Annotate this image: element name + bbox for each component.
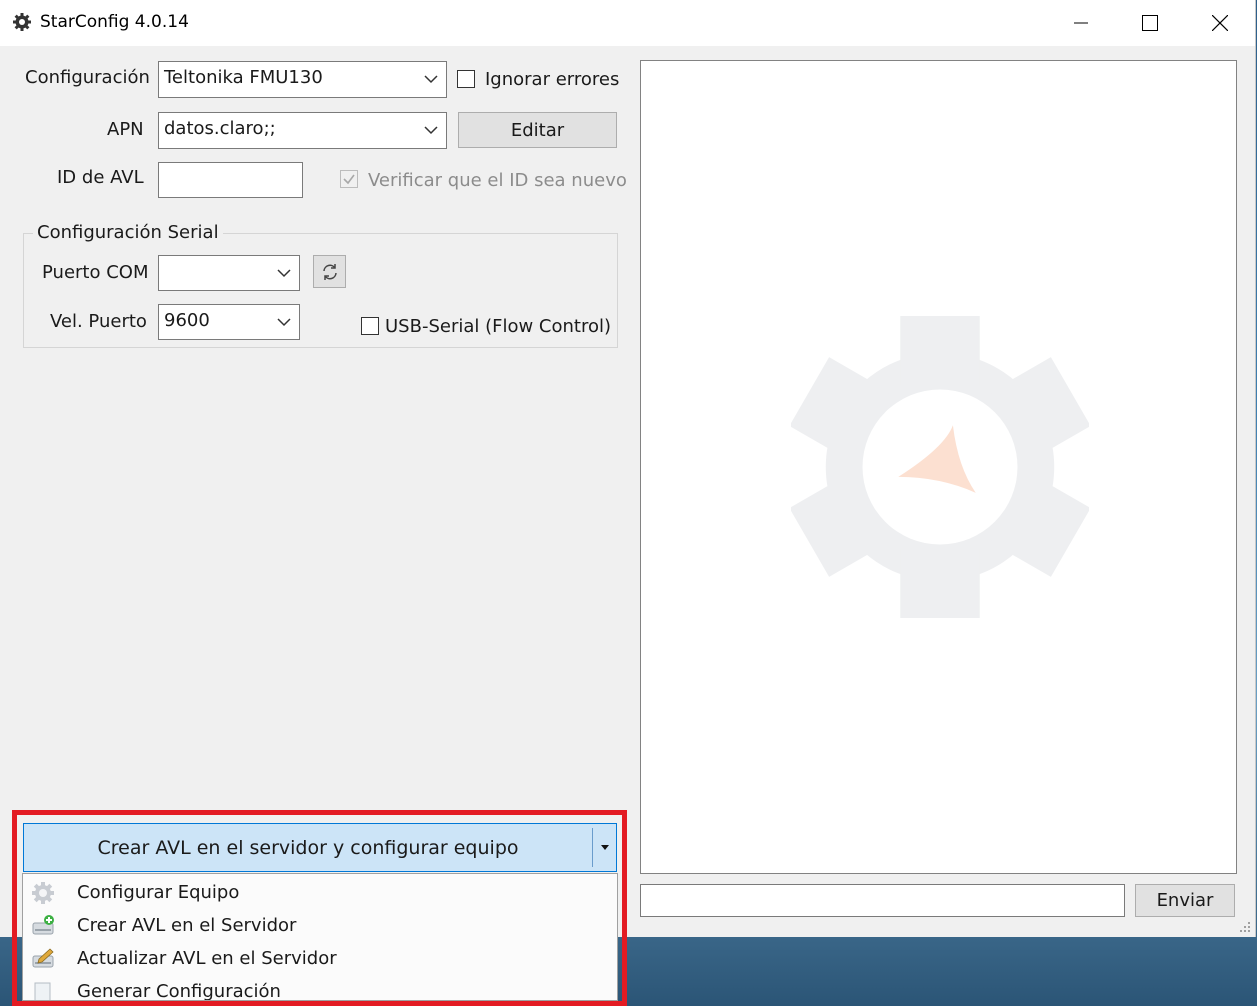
output-panel[interactable] — [640, 60, 1237, 874]
minimize-icon — [1074, 22, 1088, 24]
close-icon — [1212, 15, 1228, 31]
close-button[interactable] — [1189, 0, 1251, 46]
menu-item-generar-configuracion[interactable]: Generar Configuración — [23, 975, 617, 1001]
maximize-icon — [1142, 15, 1158, 31]
maximize-button[interactable] — [1119, 0, 1181, 46]
ignorar-errores-label: Ignorar errores — [485, 69, 620, 90]
vel-puerto-value: 9600 — [164, 310, 210, 331]
caret-down-icon — [601, 845, 609, 850]
configuracion-label: Configuración — [25, 67, 150, 88]
usb-serial-checkbox[interactable] — [361, 317, 379, 335]
action-main-button[interactable]: Crear AVL en el servidor y configurar eq… — [24, 824, 592, 871]
menu-item-label: Generar Configuración — [77, 981, 281, 1001]
puerto-com-label: Puerto COM — [42, 262, 149, 283]
add-device-icon — [32, 915, 54, 935]
watermark-gear-logo-icon — [791, 316, 1089, 618]
apn-value: datos.claro;; — [164, 118, 276, 139]
menu-item-label: Configurar Equipo — [77, 882, 240, 903]
title-bar: StarConfig 4.0.14 — [0, 0, 1255, 46]
configuracion-select[interactable]: Teltonika FMU130 — [158, 61, 447, 98]
verificar-id-checkbox[interactable] — [340, 170, 358, 188]
verificar-id-label: Verificar que el ID sea nuevo — [368, 170, 627, 191]
id-avl-input[interactable] — [158, 162, 303, 198]
chevron-down-icon — [277, 269, 291, 278]
menu-item-label: Crear AVL en el Servidor — [77, 915, 297, 936]
menu-item-crear-avl[interactable]: Crear AVL en el Servidor — [23, 909, 617, 942]
serial-group-title: Configuración Serial — [33, 222, 223, 243]
usb-serial-label: USB-Serial (Flow Control) — [385, 316, 612, 337]
chevron-down-icon — [424, 75, 438, 84]
minimize-button[interactable] — [1050, 0, 1112, 46]
vel-puerto-select[interactable]: 9600 — [158, 304, 300, 340]
id-avl-label: ID de AVL — [57, 167, 144, 188]
chevron-down-icon — [277, 318, 291, 327]
editar-button[interactable]: Editar — [458, 112, 617, 148]
app-gear-icon — [13, 13, 31, 31]
vel-puerto-label: Vel. Puerto — [50, 311, 147, 332]
resize-grip-icon[interactable] — [1239, 921, 1251, 933]
document-icon — [34, 982, 51, 1000]
command-input[interactable] — [640, 884, 1125, 917]
window-title: StarConfig 4.0.14 — [40, 12, 189, 32]
edit-device-icon — [32, 948, 54, 968]
gear-icon — [32, 882, 54, 904]
action-dropdown-toggle[interactable] — [593, 824, 617, 871]
refresh-ports-button[interactable] — [313, 255, 346, 288]
menu-item-label: Actualizar AVL en el Servidor — [77, 948, 337, 969]
puerto-com-select[interactable] — [158, 255, 300, 291]
apn-label: APN — [107, 119, 144, 140]
checkmark-icon — [343, 174, 355, 185]
enviar-button[interactable]: Enviar — [1135, 884, 1235, 917]
menu-item-configurar-equipo[interactable]: Configurar Equipo — [23, 876, 617, 909]
apn-select[interactable]: datos.claro;; — [158, 112, 447, 149]
action-dropdown-menu: Configurar Equipo Crear AVL en el Servid… — [22, 873, 618, 1001]
ignorar-errores-checkbox[interactable] — [457, 70, 475, 88]
refresh-icon — [322, 263, 337, 280]
chevron-down-icon — [424, 126, 438, 135]
action-split-button[interactable]: Crear AVL en el servidor y configurar eq… — [23, 823, 617, 872]
app-window: StarConfig 4.0.14 Configuración Teltonik… — [0, 0, 1256, 937]
menu-item-actualizar-avl[interactable]: Actualizar AVL en el Servidor — [23, 942, 617, 975]
configuracion-value: Teltonika FMU130 — [164, 67, 323, 88]
